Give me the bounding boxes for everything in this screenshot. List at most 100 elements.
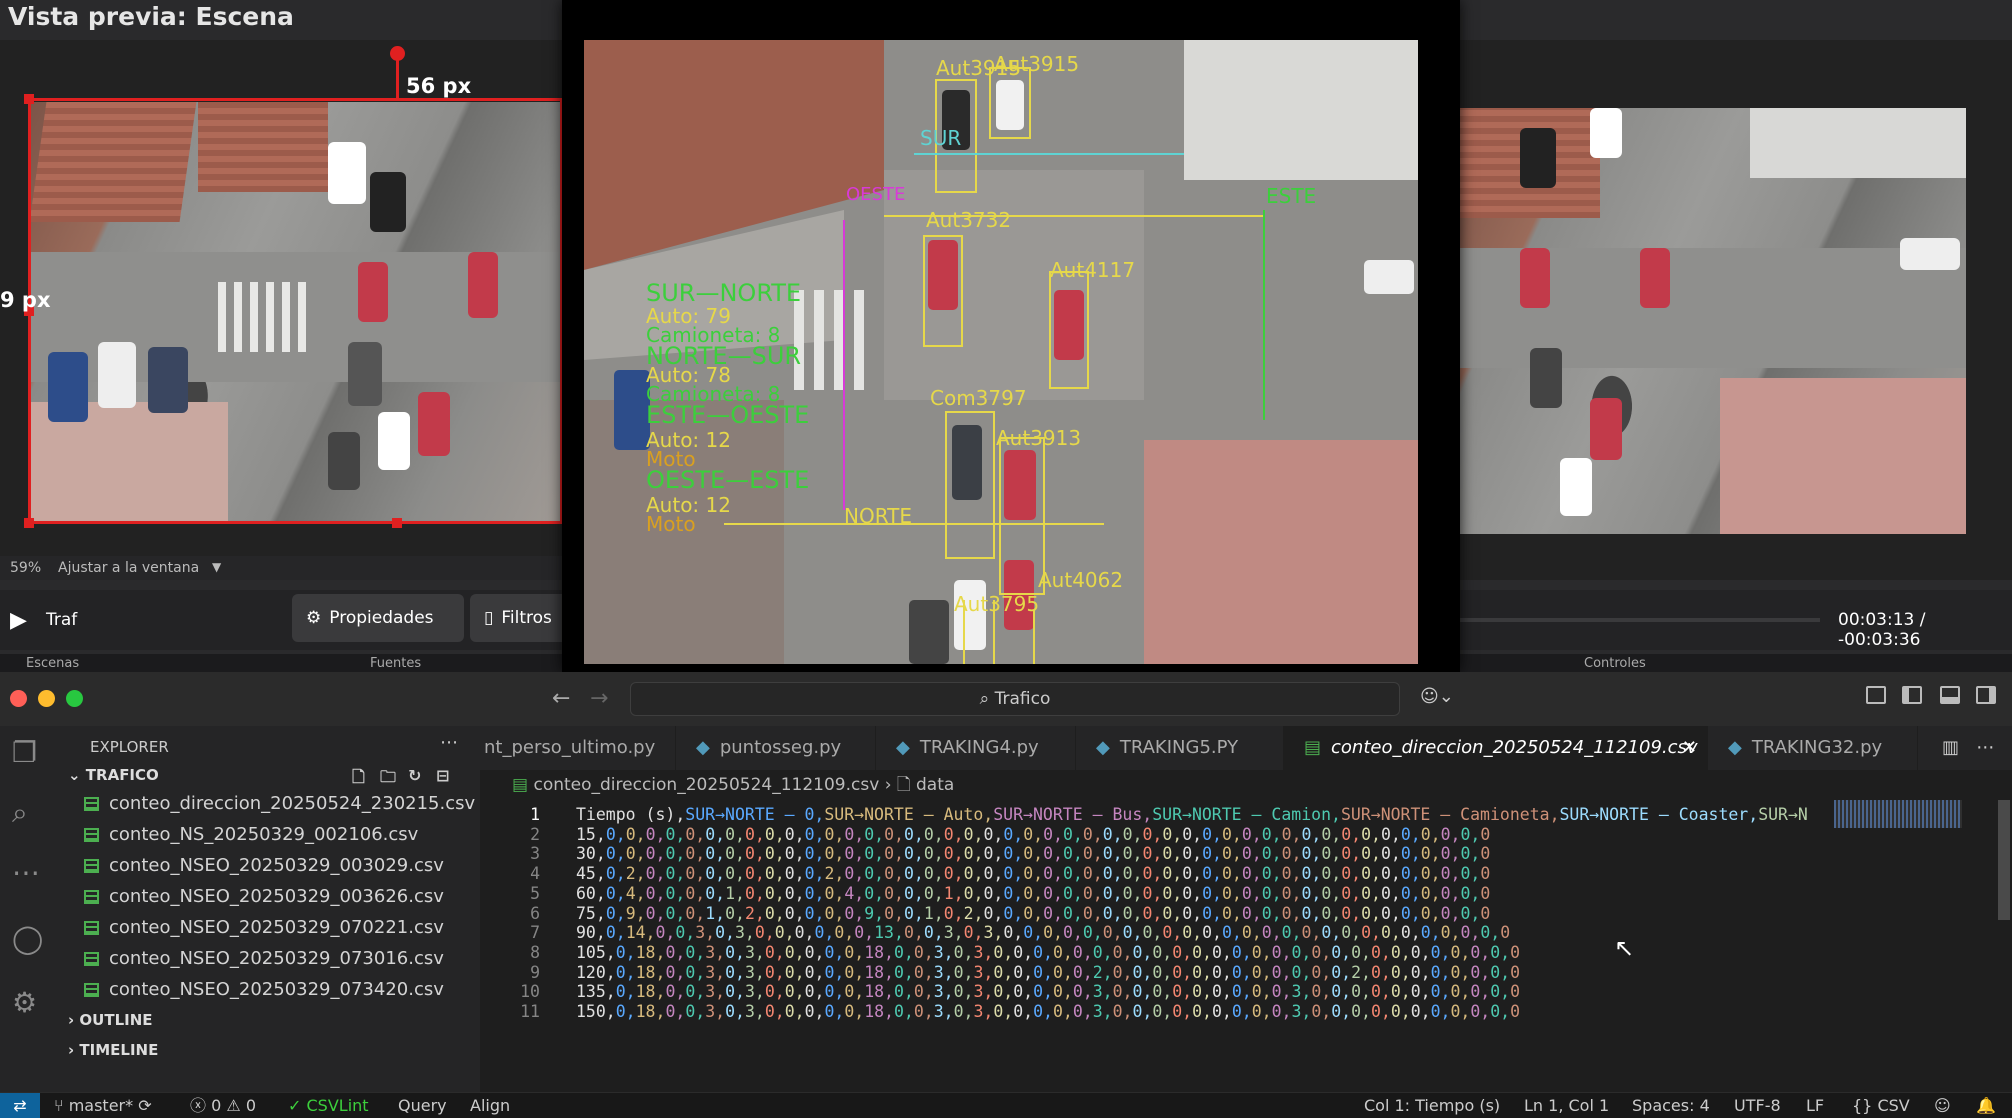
csv-file-icon bbox=[84, 797, 99, 811]
file-item[interactable]: conteo_NSEO_20250329_070221.csv bbox=[56, 912, 480, 943]
search-icon: ⌕ bbox=[979, 689, 995, 709]
tab-py[interactable]: ◆ puntosseg.py bbox=[676, 726, 876, 770]
customize-layout-icon[interactable] bbox=[1866, 686, 1886, 704]
csv-cell: 0, bbox=[1053, 1002, 1073, 1021]
minimap[interactable] bbox=[1830, 800, 1970, 1092]
chevron-right-icon: › bbox=[884, 775, 897, 795]
file-item[interactable]: conteo_NSEO_20250329_003626.csv bbox=[56, 881, 480, 912]
arrow-right-icon[interactable]: → bbox=[590, 686, 608, 711]
play-icon[interactable]: ▶ bbox=[10, 608, 27, 633]
seek-track[interactable] bbox=[1460, 618, 1820, 622]
scrollbar[interactable] bbox=[1998, 800, 2010, 920]
tab-active-csv[interactable]: ▤ conteo_direccion_20250524_112109.csv ✕ bbox=[1284, 726, 1708, 770]
bell-icon[interactable]: 🔔 bbox=[1976, 1093, 1996, 1118]
align-button[interactable]: Align bbox=[470, 1093, 510, 1118]
crop-handle-top-left[interactable] bbox=[24, 94, 34, 104]
language-status[interactable]: {} CSV bbox=[1852, 1093, 1910, 1118]
file-name: conteo_NSEO_20250329_073420.csv bbox=[109, 979, 444, 1000]
dock-tab-sources[interactable]: Fuentes bbox=[370, 656, 421, 671]
csv-file-icon bbox=[84, 952, 99, 966]
encoding-status[interactable]: UTF-8 bbox=[1734, 1093, 1781, 1118]
csv-cell: 0, bbox=[1152, 1002, 1173, 1021]
tab-py[interactable]: ◆ TRAKING32.py bbox=[1708, 726, 1918, 770]
csv-cell: 0, bbox=[784, 1002, 805, 1021]
properties-button[interactable]: ⚙ Propiedades bbox=[292, 594, 464, 642]
gear-icon[interactable]: ⚙ bbox=[12, 986, 37, 1019]
collapse-icon[interactable]: ⊟ bbox=[436, 766, 449, 785]
vehicle-label: Aut3795 bbox=[954, 592, 1040, 616]
tab-label: TRAKING32.py bbox=[1751, 737, 1883, 758]
branch-status[interactable]: ⑂ master* ⟳ bbox=[54, 1093, 152, 1118]
more-icon[interactable]: ⋯ bbox=[12, 856, 40, 889]
filter-icon: ▯ bbox=[484, 608, 494, 628]
cursor-position[interactable]: Ln 1, Col 1 bbox=[1524, 1093, 1609, 1118]
file-item[interactable]: conteo_NSEO_20250329_073016.csv bbox=[56, 943, 480, 974]
filters-button[interactable]: ▯ Filtros bbox=[470, 594, 570, 642]
sync-icon: ⟳ bbox=[138, 1096, 152, 1115]
tab-py[interactable]: ◆ TRAKING5.PY bbox=[1076, 726, 1284, 770]
crop-handle-bottom-mid[interactable] bbox=[392, 518, 402, 528]
outline-section[interactable]: › OUTLINE bbox=[68, 1006, 480, 1034]
tab-label: TRAKING5.PY bbox=[1119, 737, 1239, 758]
crop-selection-box[interactable] bbox=[24, 94, 563, 528]
csv-cell: 0, bbox=[993, 1002, 1014, 1021]
dock-tab-controls[interactable]: Controles bbox=[1584, 656, 1646, 671]
timeline-section[interactable]: › TIMELINE bbox=[68, 1036, 480, 1064]
csvlint-status[interactable]: ✓ CSVLint bbox=[288, 1093, 369, 1118]
file-item[interactable]: conteo_direccion_20250524_230215.csv bbox=[56, 788, 480, 819]
file-name: conteo_NSEO_20250329_073016.csv bbox=[109, 948, 444, 969]
minimap-slider[interactable] bbox=[1834, 800, 1962, 828]
tab-py[interactable]: ◆ TRAKING4.py bbox=[876, 726, 1076, 770]
command-center-search[interactable]: ⌕ Trafico bbox=[630, 682, 1400, 716]
file-item[interactable]: conteo_NS_20250329_002106.csv bbox=[56, 819, 480, 850]
zoom-fit-select[interactable]: Ajustar a la ventana bbox=[58, 560, 199, 576]
tab-py[interactable]: nt_perso_ultimo.py bbox=[480, 726, 676, 770]
account-icon[interactable]: ◯ bbox=[12, 922, 43, 955]
code-line: 11 150,0,18,0,0,3,0,3,0,0,0,0,0,18,0,0,3,… bbox=[480, 999, 1520, 1024]
problems-status[interactable]: ⓧ 0 ⚠ 0 bbox=[190, 1093, 256, 1118]
arrow-left-icon[interactable]: ← bbox=[552, 686, 570, 711]
remote-icon[interactable]: ⇄ bbox=[0, 1093, 40, 1118]
csv-cell: 0, bbox=[1470, 1002, 1491, 1021]
file-name: conteo_NSEO_20250329_003626.csv bbox=[109, 886, 444, 907]
indentation-status[interactable]: Spaces: 4 bbox=[1632, 1093, 1710, 1118]
column-status[interactable]: Col 1: Tiempo (s) bbox=[1364, 1093, 1500, 1118]
file-item[interactable]: conteo_NSEO_20250329_003029.csv bbox=[56, 850, 480, 881]
csv-cell: 0, bbox=[1271, 1002, 1292, 1021]
files-icon[interactable]: ❐ bbox=[12, 736, 37, 769]
file-name: conteo_NSEO_20250329_070221.csv bbox=[109, 917, 444, 938]
close-icon[interactable]: ✕ bbox=[1682, 726, 1697, 770]
more-icon[interactable]: ⋯ bbox=[440, 732, 458, 753]
copilot-icon[interactable]: ☺⌄ bbox=[1420, 686, 1454, 707]
file-item[interactable]: conteo_NSEO_20250329_073420.csv bbox=[56, 974, 480, 1005]
copilot-status-icon[interactable]: ☺ bbox=[1934, 1093, 1951, 1118]
breadcrumb-file[interactable]: conteo_direccion_20250524_112109.csv bbox=[533, 775, 879, 795]
dock-tab-scenes[interactable]: Escenas bbox=[26, 656, 79, 671]
toggle-secondary-sidebar-icon[interactable] bbox=[1976, 686, 1996, 704]
crop-top-handle[interactable] bbox=[390, 46, 405, 61]
count-line: Moto bbox=[646, 512, 696, 536]
chevron-down-icon: ⌄ bbox=[68, 766, 86, 784]
toggle-sidebar-icon[interactable] bbox=[1902, 686, 1922, 704]
more-icon[interactable]: ⋯ bbox=[1976, 737, 1994, 758]
breadcrumb-data[interactable]: data bbox=[916, 775, 954, 795]
toggle-panel-icon[interactable] bbox=[1940, 686, 1960, 704]
split-editor-icon[interactable]: ▥ bbox=[1942, 737, 1959, 758]
csv-cell: 0, bbox=[804, 1002, 825, 1021]
minimize-window-button[interactable] bbox=[38, 690, 55, 707]
csv-cell: 0, bbox=[1132, 1002, 1153, 1021]
vehicle-label: Aut4062 bbox=[1038, 568, 1124, 592]
close-window-button[interactable] bbox=[10, 690, 27, 707]
csvlint-label: CSVLint bbox=[306, 1096, 369, 1115]
search-text: Trafico bbox=[994, 689, 1051, 709]
search-icon[interactable]: ⌕ bbox=[12, 796, 28, 830]
maximize-window-button[interactable] bbox=[66, 690, 83, 707]
timeline-label: TIMELINE bbox=[79, 1041, 159, 1059]
crop-handle-bottom-left[interactable] bbox=[24, 518, 34, 528]
folder-trafico[interactable]: ⌄ TRAFICO 🗋 🗀 ↻ ⊟ bbox=[68, 766, 480, 790]
count-heading: SUR—NORTE bbox=[646, 279, 802, 307]
refresh-icon[interactable]: ↻ bbox=[408, 766, 421, 785]
chevron-down-icon[interactable]: ▼ bbox=[212, 560, 221, 574]
eol-status[interactable]: LF bbox=[1806, 1093, 1824, 1118]
query-button[interactable]: Query bbox=[398, 1093, 447, 1118]
